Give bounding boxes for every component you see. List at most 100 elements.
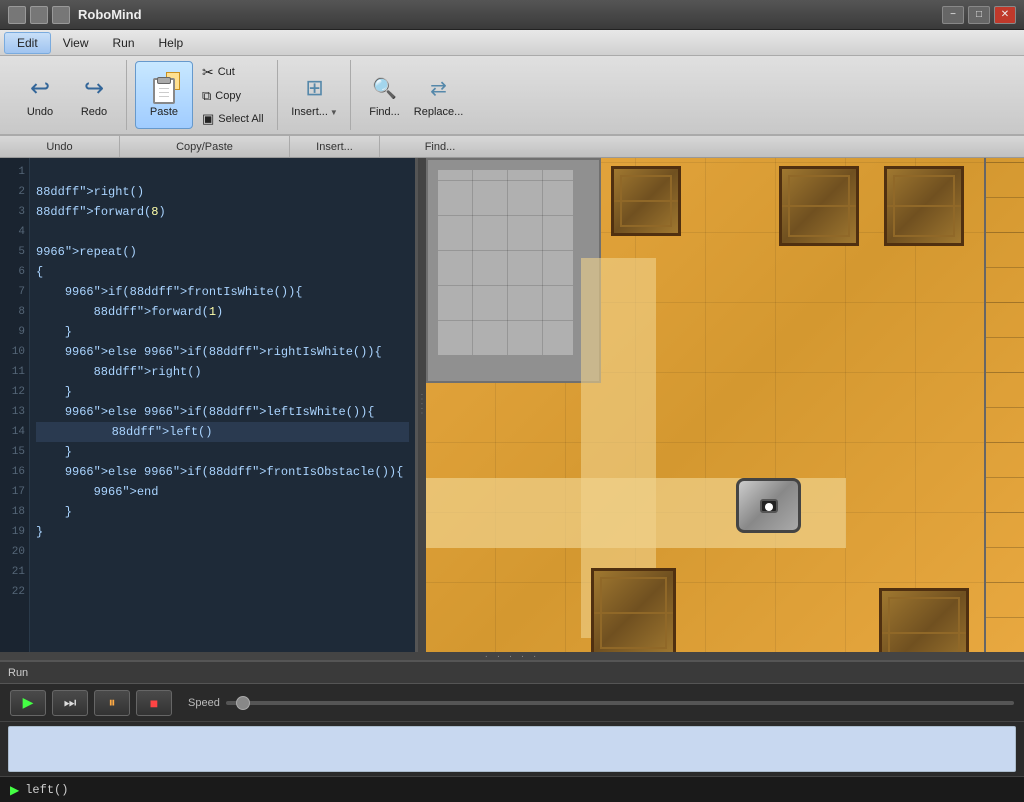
toolbar-section-undo: Undo (0, 136, 120, 157)
toolbar-clipboard-group: Paste ✂ Cut ⧉ Copy ▣ Select All (129, 60, 278, 130)
code-editor[interactable]: 12345678910111213141516171819202122 88dd… (0, 158, 418, 652)
sys-icon-2 (30, 6, 48, 24)
title-left: RoboMind (8, 6, 142, 24)
line-number-7: 7 (18, 282, 25, 302)
toolbar-insert-group: ⊞ Insert... ▼ (280, 60, 351, 130)
sys-icon-1 (8, 6, 26, 24)
status-text: left() (25, 783, 68, 797)
line-number-10: 10 (12, 342, 25, 362)
toolbar-labels: Undo Copy/Paste Insert... Find... (0, 136, 1024, 158)
line-number-20: 20 (12, 542, 25, 562)
line-number-14: 14 (12, 422, 25, 442)
line-number-12: 12 (12, 382, 25, 402)
cut-button[interactable]: ✂ Cut (195, 61, 271, 84)
run-pause-button[interactable]: ⏸ (94, 690, 130, 716)
line-number-3: 3 (18, 202, 25, 222)
menu-edit[interactable]: Edit (4, 32, 51, 54)
line-number-2: 2 (18, 182, 25, 202)
line-number-5: 5 (18, 242, 25, 262)
insert-label: Insert... (291, 106, 328, 118)
menu-help[interactable]: Help (147, 33, 196, 53)
menu-run[interactable]: Run (100, 33, 146, 53)
paste-button[interactable]: Paste (135, 61, 193, 129)
line-numbers: 12345678910111213141516171819202122 (0, 158, 30, 652)
cut-label: Cut (218, 66, 235, 78)
selectall-button[interactable]: ▣ Select All (195, 108, 271, 130)
code-line-5: 9966">repeat() (36, 242, 409, 262)
undo-button[interactable]: ↩ Undo (14, 61, 66, 129)
toolbar-section-insert: Insert... (290, 136, 380, 157)
code-line-12: } (36, 382, 409, 402)
vertical-resize-handle[interactable]: · · · · · (0, 652, 1024, 660)
menu-view[interactable]: View (51, 33, 101, 53)
maximize-button[interactable]: □ (968, 6, 990, 24)
run-play-button[interactable]: ▶ (10, 690, 46, 716)
crate-right-1 (884, 166, 964, 246)
line-number-16: 16 (12, 462, 25, 482)
speed-thumb[interactable] (236, 696, 250, 710)
insert-icon: ⊞ (299, 72, 331, 104)
code-line-15: } (36, 442, 409, 462)
line-number-18: 18 (12, 502, 25, 522)
speed-slider[interactable] (226, 701, 1014, 705)
main-content: 12345678910111213141516171819202122 88dd… (0, 158, 1024, 652)
redo-icon: ↪ (78, 72, 110, 104)
line-number-13: 13 (12, 402, 25, 422)
run-header: Run (0, 662, 1024, 684)
line-number-15: 15 (12, 442, 25, 462)
close-button[interactable]: ✕ (994, 6, 1016, 24)
run-step-button[interactable]: ⏭ (52, 690, 88, 716)
run-stop-button[interactable]: ■ (136, 690, 172, 716)
crate-right-2 (779, 166, 859, 246)
toolbar-sub-group: ✂ Cut ⧉ Copy ▣ Select All (195, 61, 271, 130)
editor-resize-handle[interactable]: ····· (418, 158, 426, 652)
cut-icon: ✂ (202, 64, 214, 81)
run-controls: ▶ ⏭ ⏸ ■ Speed (0, 684, 1024, 722)
toolbar-find-group: 🔍 Find... ⇄ Replace... (353, 60, 471, 130)
find-icon: 🔍 (369, 72, 401, 104)
toolbar-section-find: Find... (380, 136, 500, 157)
minimize-button[interactable]: − (942, 6, 964, 24)
pause-icon: ⏸ (109, 694, 116, 711)
copy-icon: ⧉ (202, 88, 211, 104)
code-line-21 (36, 562, 409, 582)
code-line-16: 9966">else 9966">if(88ddff">frontIsObsta… (36, 462, 409, 482)
replace-button[interactable]: ⇄ Replace... (413, 61, 465, 129)
code-line-2: 88ddff">right() (36, 182, 409, 202)
paste-label: Paste (150, 106, 178, 118)
line-number-6: 6 (18, 262, 25, 282)
code-area[interactable]: 88ddff">right()88ddff">forward(8)9966">r… (30, 158, 415, 652)
redo-button[interactable]: ↪ Redo (68, 61, 120, 129)
speed-control: Speed (188, 697, 1014, 709)
world-view (426, 158, 1024, 652)
line-number-9: 9 (18, 322, 25, 342)
title-bar: RoboMind − □ ✕ (0, 0, 1024, 30)
run-output[interactable] (8, 726, 1016, 772)
code-line-14: ▶ 88ddff">left() (36, 422, 409, 442)
code-line-10: 9966">else 9966">if(88ddff">rightIsWhite… (36, 342, 409, 362)
sys-icon-3 (52, 6, 70, 24)
code-line-11: 88ddff">right() (36, 362, 409, 382)
paste-icon (148, 72, 180, 104)
code-line-19: } (36, 522, 409, 542)
crate-mid-1 (591, 568, 676, 652)
insert-button[interactable]: ⊞ Insert... ▼ (286, 61, 344, 129)
stone-area (426, 158, 601, 383)
selectall-label: Select All (218, 113, 263, 125)
code-line-9: } (36, 322, 409, 342)
copy-button[interactable]: ⧉ Copy (195, 85, 271, 107)
code-line-18: } (36, 502, 409, 522)
stop-icon: ■ (150, 695, 158, 711)
undo-icon: ↩ (24, 72, 56, 104)
line-number-22: 22 (12, 582, 25, 602)
stone-wall-right (984, 158, 1024, 652)
toolbar-undo-group: ↩ Undo ↪ Redo (8, 60, 127, 130)
run-panel: Run ▶ ⏭ ⏸ ■ Speed (0, 660, 1024, 776)
code-line-22 (36, 582, 409, 602)
find-button[interactable]: 🔍 Find... (359, 61, 411, 129)
insert-dropdown-arrow: ▼ (330, 108, 338, 117)
sys-icons (8, 6, 70, 24)
code-line-13: 9966">else 9966">if(88ddff">leftIsWhite(… (36, 402, 409, 422)
replace-label: Replace... (414, 106, 464, 118)
copy-label: Copy (215, 90, 241, 102)
